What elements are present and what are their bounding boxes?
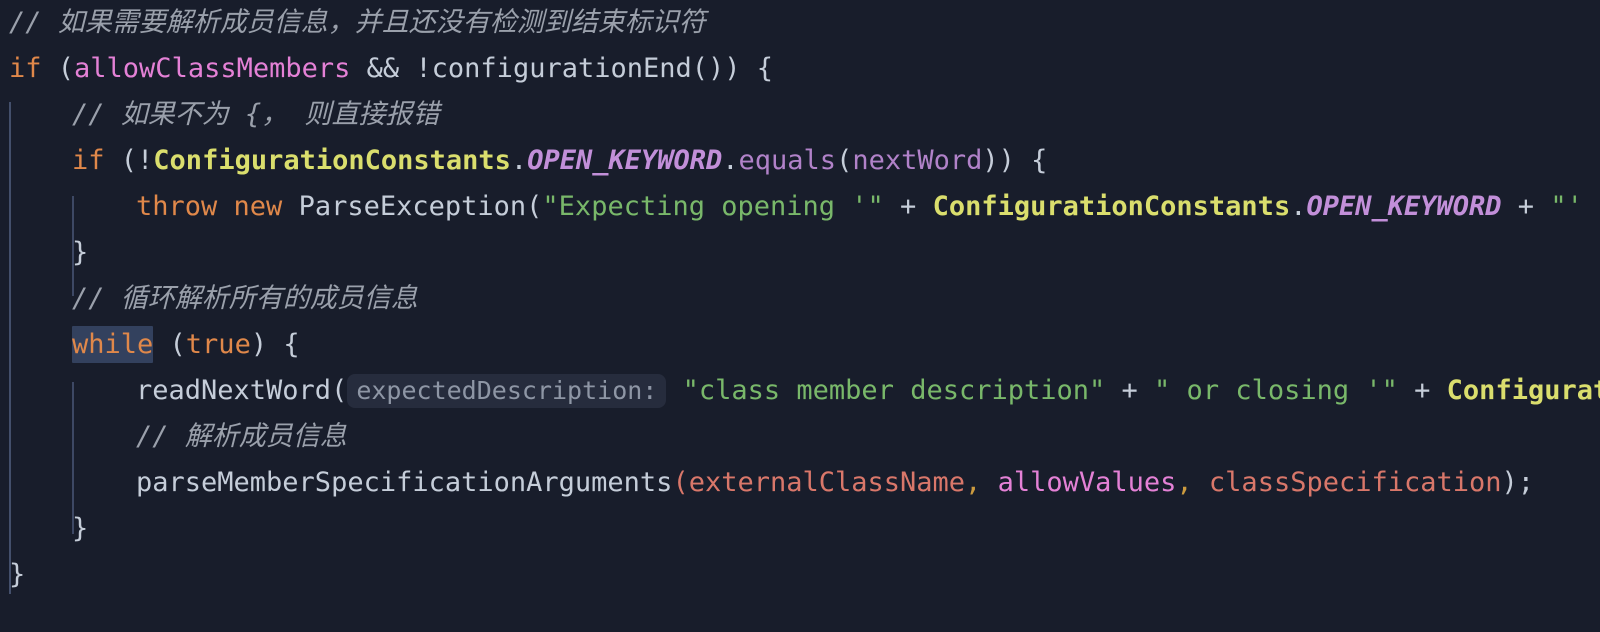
method-read-next-word: readNextWord( — [136, 375, 348, 406]
punctuation: ( — [153, 329, 186, 360]
punctuation: ) { — [250, 329, 300, 360]
keyword-while-highlighted[interactable]: while — [72, 326, 154, 363]
keyword-if: if — [72, 145, 105, 176]
punctuation: )) { — [982, 145, 1048, 176]
keyword-true: true — [185, 329, 251, 360]
param-external-class-name: externalClassName — [688, 467, 966, 498]
constant-open-keyword: OPEN_KEYWORD — [1306, 191, 1502, 222]
punctuation: ( — [672, 467, 689, 498]
code-line-3[interactable]: // 如果不为 {， 则直接报错 — [0, 92, 1600, 138]
code-line-1[interactable]: // 如果需要解析成员信息，并且还没有检测到结束标识符 — [0, 0, 1600, 46]
comment-text: // 如果不为 {， 则直接报错 — [72, 99, 440, 130]
operator-plus: + — [1501, 191, 1551, 222]
code-line-9[interactable]: readNextWord(expectedDescription: "class… — [0, 368, 1600, 414]
punctuation-dot: . — [1290, 191, 1307, 222]
string-class-member-description: "class member description" — [682, 375, 1106, 406]
operator-plus: + — [883, 191, 933, 222]
string-or-closing: " or closing '" — [1154, 375, 1398, 406]
param-class-specification: classSpecification — [1208, 467, 1502, 498]
code-line-8[interactable]: while (true) { — [0, 322, 1600, 368]
call-configuration-end: !configurationEnd()) { — [415, 53, 774, 84]
field-allow-class-members: allowClassMembers — [74, 53, 351, 84]
class-configuration-constants-truncated: Configurat — [1446, 375, 1600, 406]
code-lines[interactable]: // 如果需要解析成员信息，并且还没有检测到结束标识符 if (allowCla… — [0, 0, 1600, 598]
constant-open-keyword: OPEN_KEYWORD — [527, 145, 723, 176]
class-parse-exception: ParseException( — [282, 191, 543, 222]
keyword-new: new — [233, 191, 283, 222]
punctuation: ); — [1501, 467, 1535, 498]
closing-brace: } — [72, 513, 89, 544]
method-equals: equals — [738, 145, 837, 176]
argument-next-word: nextWord — [852, 145, 983, 176]
punctuation: ( — [836, 145, 853, 176]
code-line-11[interactable]: parseMemberSpecificationArguments(extern… — [0, 460, 1600, 506]
code-line-5[interactable]: throw new ParseException("Expecting open… — [0, 184, 1600, 230]
inlay-parameter-hint[interactable]: expectedDescription: — [347, 374, 667, 408]
punctuation: ( — [41, 53, 75, 84]
code-line-10[interactable]: // 解析成员信息 — [0, 414, 1600, 460]
punctuation-dot: . — [510, 145, 528, 176]
string-at: "' at — [1550, 191, 1600, 222]
punctuation: (! — [104, 145, 154, 176]
operator-and: && — [350, 53, 416, 84]
comment-text: // 如果需要解析成员信息，并且还没有检测到结束标识符 — [9, 7, 706, 38]
comma: , — [1176, 467, 1193, 498]
comma: , — [965, 467, 982, 498]
code-line-13[interactable]: } — [0, 552, 1600, 598]
keyword-if: if — [9, 53, 42, 84]
code-line-6[interactable]: } — [0, 230, 1600, 276]
code-editor-viewport[interactable]: // 如果需要解析成员信息，并且还没有检测到结束标识符 if (allowCla… — [0, 0, 1600, 632]
class-configuration-constants: ConfigurationConstants — [153, 145, 511, 176]
code-line-4[interactable]: if (!ConfigurationConstants.OPEN_KEYWORD… — [0, 138, 1600, 184]
operator-plus: + — [1397, 375, 1447, 406]
code-line-7[interactable]: // 循环解析所有的成员信息 — [0, 276, 1600, 322]
comment-text: // 循环解析所有的成员信息 — [72, 283, 418, 314]
closing-brace: } — [9, 559, 26, 590]
code-line-2[interactable]: if (allowClassMembers && !configurationE… — [0, 46, 1600, 92]
comment-text: // 解析成员信息 — [136, 421, 347, 452]
param-allow-values: allowValues — [997, 467, 1177, 498]
string-expecting-opening: "Expecting opening '" — [542, 191, 884, 222]
punctuation-dot: . — [722, 145, 739, 176]
keyword-throw: throw — [136, 191, 218, 222]
code-line-12[interactable]: } — [0, 506, 1600, 552]
operator-plus: + — [1105, 375, 1155, 406]
class-configuration-constants: ConfigurationConstants — [932, 191, 1291, 222]
closing-brace: } — [72, 237, 89, 268]
method-parse-member-specification-arguments: parseMemberSpecificationArguments — [136, 467, 673, 498]
